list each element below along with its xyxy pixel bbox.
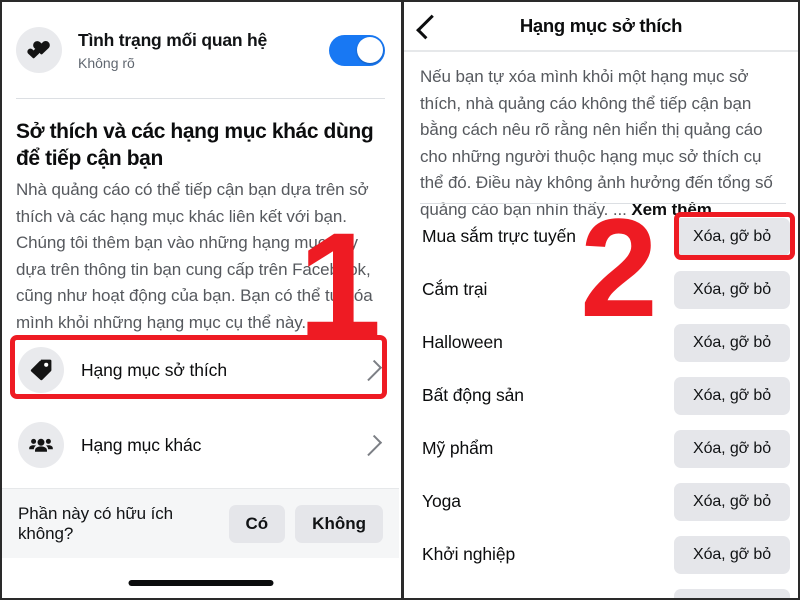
toggle-knob xyxy=(356,37,383,63)
link-row-label: Hạng mục khác xyxy=(81,434,202,455)
category-name: Mua sắm trực tuyến xyxy=(422,226,576,246)
category-name: Bất động sản xyxy=(422,385,524,405)
people-icon xyxy=(18,422,64,468)
table-row: Halloween Xóa, gỡ bỏ xyxy=(404,316,798,369)
feedback-no-button[interactable]: Không xyxy=(295,504,383,543)
section-divider xyxy=(16,98,385,99)
relationship-status-row[interactable]: Tình trạng mối quan hệ Không rõ xyxy=(2,2,399,98)
navigation-bar: Hạng mục sở thích xyxy=(404,2,798,50)
tag-icon xyxy=(18,347,64,393)
link-row-other-categories[interactable]: Hạng mục khác xyxy=(2,414,399,476)
category-name: Cắm trại xyxy=(422,279,488,299)
remove-button[interactable]: Xóa, gỡ bỏ xyxy=(674,429,790,468)
intro-paragraph: Nếu bạn tự xóa mình khỏi một hạng mục sở… xyxy=(420,64,788,223)
intro-divider xyxy=(420,203,786,204)
category-name: Mỹ phẩm xyxy=(422,438,494,458)
screenshot-root: Tình trạng mối quan hệ Không rõ Sở thích… xyxy=(0,0,800,600)
interests-section-body: Nhà quảng cáo có thể tiếp cận bạn dựa tr… xyxy=(16,180,373,332)
nav-divider xyxy=(404,50,798,52)
table-row: Mua sắm trực tuyến Xóa, gỡ bỏ xyxy=(404,210,798,263)
hearts-icon xyxy=(16,27,62,73)
left-phone-panel: Tình trạng mối quan hệ Không rõ Sở thích… xyxy=(2,2,399,598)
category-name: Khởi nghiệp xyxy=(422,544,516,564)
intro-paragraph-text: Nếu bạn tự xóa mình khỏi một hạng mục sở… xyxy=(420,67,773,219)
remove-button[interactable]: Xóa, gỡ bỏ xyxy=(674,270,790,309)
page-title: Hạng mục sở thích xyxy=(519,15,683,36)
relationship-status-title: Tình trạng mối quan hệ xyxy=(78,29,268,50)
chevron-left-icon[interactable] xyxy=(416,14,441,40)
link-row-label: Hạng mục sở thích xyxy=(81,359,227,380)
home-indicator xyxy=(128,580,273,586)
interests-section-heading: Sở thích và các hạng mục khác dùng để ti… xyxy=(16,120,374,170)
table-row: Khởi nghiệp Xóa, gỡ bỏ xyxy=(404,528,798,581)
category-name: Yoga xyxy=(422,491,461,511)
remove-button[interactable]: Xóa, gỡ bỏ xyxy=(674,323,790,362)
right-phone-panel: Hạng mục sở thích Nếu bạn tự xóa mình kh… xyxy=(401,2,798,598)
table-row: Bất động sản Xóa, gỡ bỏ xyxy=(404,369,798,422)
remove-button[interactable]: Xóa, gỡ bỏ xyxy=(674,588,790,598)
category-name: Halloween xyxy=(422,332,503,352)
feedback-footer: Phần này có hữu ích không? Có Không xyxy=(2,488,399,558)
feedback-question: Phần này có hữu ích không? xyxy=(18,503,174,543)
table-row: Cắm trại Xóa, gỡ bỏ xyxy=(404,263,798,316)
table-row-partial: Xóa, gỡ bỏ xyxy=(404,581,798,598)
link-row-interest-categories[interactable]: Hạng mục sở thích xyxy=(2,339,399,401)
remove-button[interactable]: Xóa, gỡ bỏ xyxy=(674,376,790,415)
feedback-yes-button[interactable]: Có xyxy=(228,504,286,543)
remove-button[interactable]: Xóa, gỡ bỏ xyxy=(674,217,790,256)
relationship-status-subtitle: Không rõ xyxy=(78,54,135,71)
relationship-status-toggle[interactable] xyxy=(329,34,385,66)
remove-button[interactable]: Xóa, gỡ bỏ xyxy=(674,535,790,574)
table-row: Yoga Xóa, gỡ bỏ xyxy=(404,475,798,528)
table-row: Mỹ phẩm Xóa, gỡ bỏ xyxy=(404,422,798,475)
relationship-status-texts: Tình trạng mối quan hệ Không rõ xyxy=(78,29,329,72)
remove-button[interactable]: Xóa, gỡ bỏ xyxy=(674,482,790,521)
